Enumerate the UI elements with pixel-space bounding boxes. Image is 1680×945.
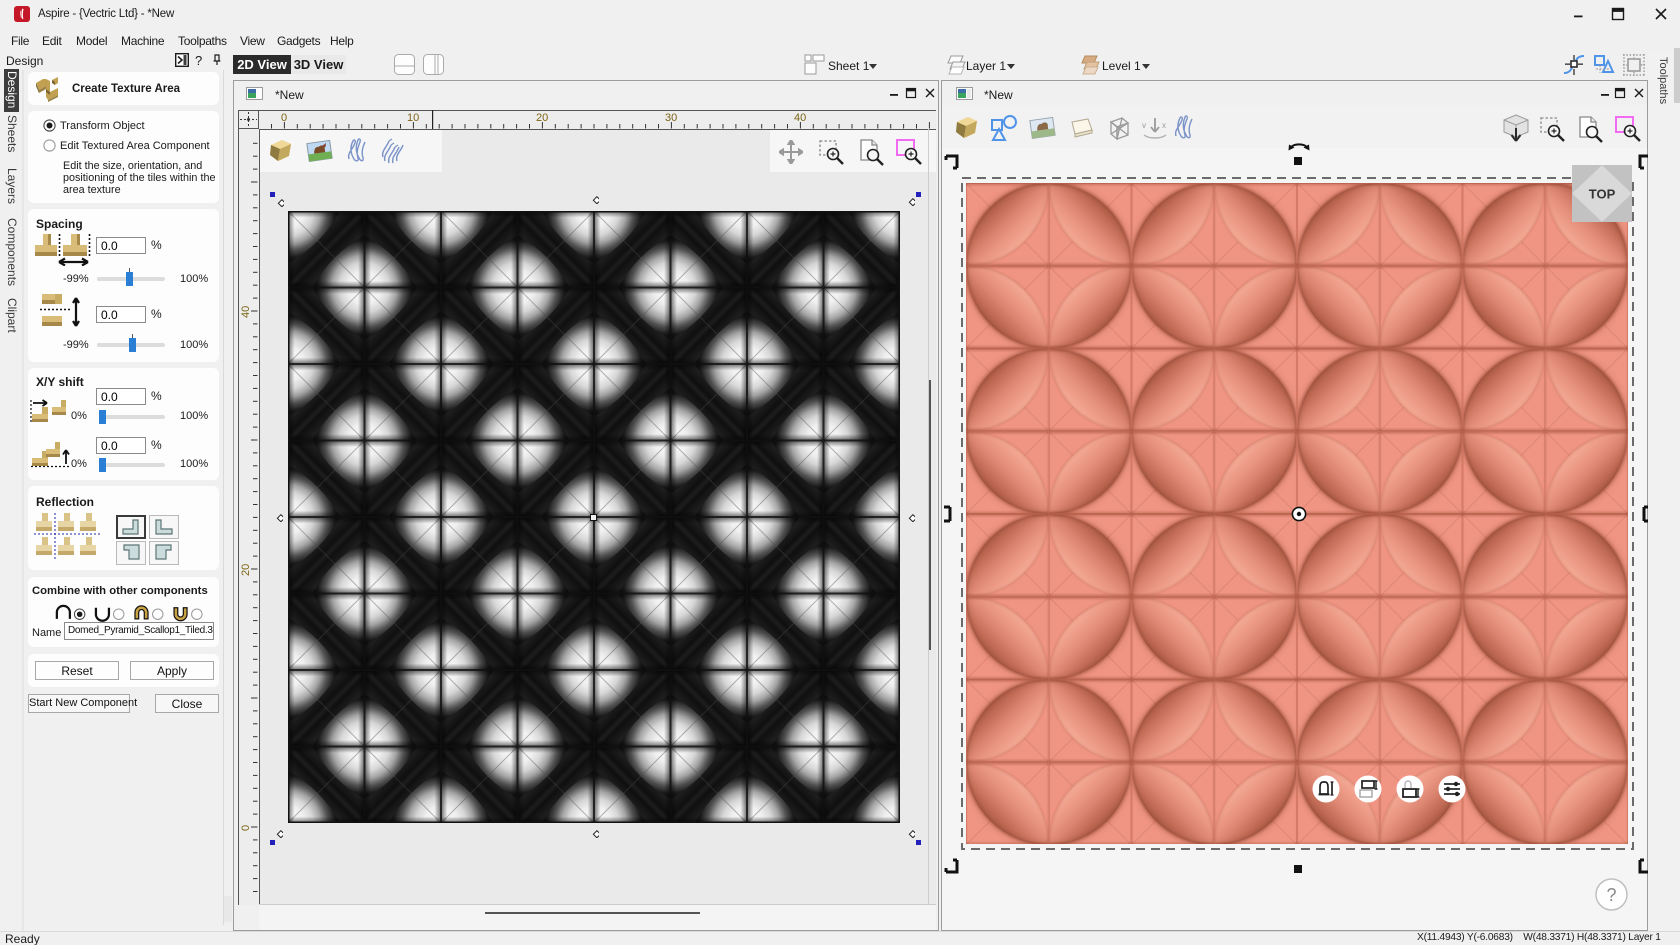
svg-text:?: ? (195, 53, 202, 67)
svg-text:30: 30 (665, 112, 677, 124)
svg-text:40: 40 (794, 112, 806, 124)
svg-text:40: 40 (240, 306, 252, 318)
svg-text:0: 0 (240, 825, 252, 831)
svg-text:TOP: TOP (1589, 187, 1616, 202)
svg-text:?: ? (1606, 885, 1616, 905)
svg-text:10: 10 (407, 112, 419, 124)
svg-text:v: v (1142, 121, 1146, 130)
svg-text:0: 0 (281, 112, 287, 124)
svg-text:20: 20 (240, 564, 252, 576)
svg-text:x: x (1162, 121, 1166, 130)
svg-text:20: 20 (536, 112, 548, 124)
